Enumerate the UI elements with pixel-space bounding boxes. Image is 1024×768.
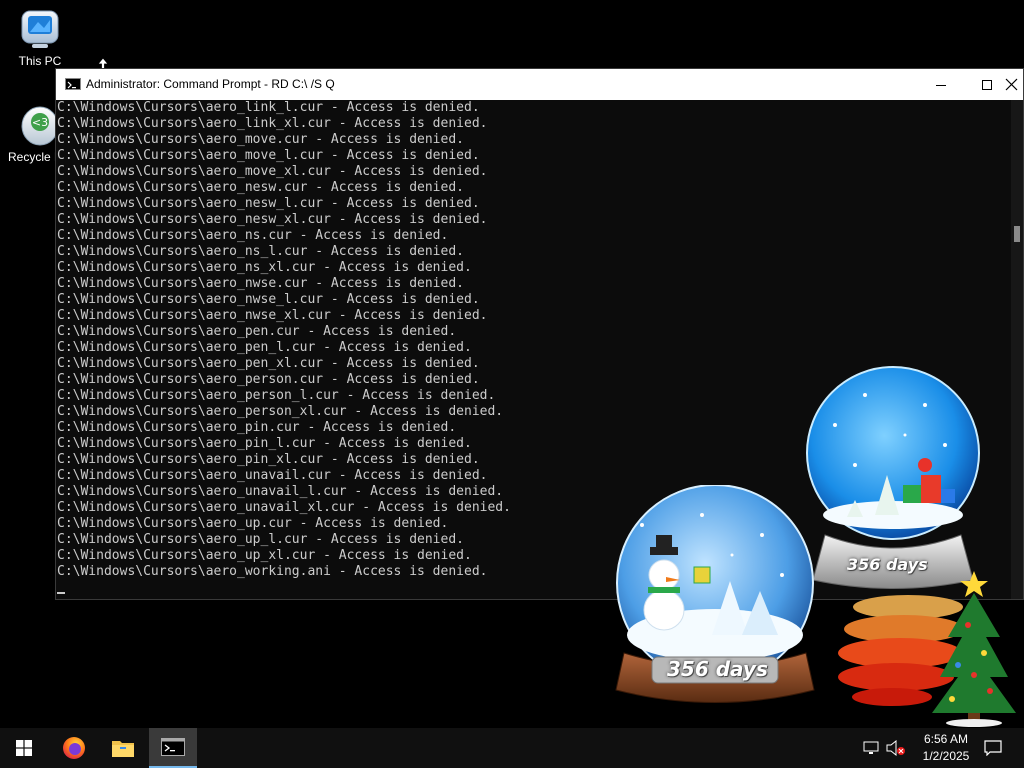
windows-start-icon <box>16 740 32 756</box>
console-line: C:\Windows\Cursors\aero_nwse.cur - Acces… <box>57 276 464 291</box>
volume-tray-button[interactable] <box>884 728 908 768</box>
notification-icon <box>984 740 1002 756</box>
window-titlebar[interactable]: Administrator: Command Prompt - RD C:\ /… <box>56 69 1023 100</box>
taskbar-clock[interactable]: 6:56 AM 1/2/2025 <box>914 731 978 765</box>
console-line: C:\Windows\Cursors\aero_nesw_xl.cur - Ac… <box>57 212 488 227</box>
taskbar-file-explorer[interactable] <box>99 728 147 768</box>
desktop-icon-this-pc[interactable]: This PC <box>0 8 80 68</box>
console-line: C:\Windows\Cursors\aero_link_xl.cur - Ac… <box>57 116 488 131</box>
console-line: C:\Windows\Cursors\aero_unavail.cur - Ac… <box>57 468 488 483</box>
command-prompt-icon <box>161 738 185 756</box>
recycle-bin-label: Recycle Bin <box>8 150 58 164</box>
this-pc-icon <box>21 10 59 48</box>
clock-date: 1/2/2025 <box>922 749 970 763</box>
console-caret <box>57 592 65 594</box>
globe-large-label: 356 days <box>847 555 928 574</box>
console-line: C:\Windows\Cursors\aero_ns_xl.cur - Acce… <box>57 260 472 275</box>
console-line: C:\Windows\Cursors\aero_nesw_l.cur - Acc… <box>57 196 480 211</box>
christmas-tree-icon <box>932 571 1016 727</box>
console-line: C:\Windows\Cursors\aero_person.cur - Acc… <box>57 372 480 387</box>
console-line: C:\Windows\Cursors\aero_unavail_xl.cur -… <box>57 500 511 515</box>
console-line: C:\Windows\Cursors\aero_pin_l.cur - Acce… <box>57 436 472 451</box>
taskbar: 6:56 AM 1/2/2025 <box>0 728 1024 768</box>
console-line: C:\Windows\Cursors\aero_pin_xl.cur - Acc… <box>57 452 480 467</box>
minimize-icon <box>936 84 946 86</box>
console-line: C:\Windows\Cursors\aero_ns.cur - Access … <box>57 228 449 243</box>
console-line: C:\Windows\Cursors\aero_move_xl.cur - Ac… <box>57 164 488 179</box>
globe-small-label: 356 days <box>667 657 768 681</box>
taskbar-firefox[interactable] <box>50 728 98 768</box>
console-line: C:\Windows\Cursors\aero_person_l.cur - A… <box>57 388 496 403</box>
start-button[interactable] <box>0 728 48 768</box>
action-center-button[interactable] <box>976 728 1010 768</box>
file-explorer-icon <box>112 741 134 757</box>
close-button[interactable] <box>988 69 1024 100</box>
snow-globe-gadget-large[interactable]: 356 days <box>795 365 990 590</box>
console-line: C:\Windows\Cursors\aero_pen_l.cur - Acce… <box>57 340 472 355</box>
console-line: C:\Windows\Cursors\aero_unavail_l.cur - … <box>57 484 504 499</box>
console-scrollbar[interactable] <box>1011 100 1023 599</box>
close-icon <box>1005 78 1017 91</box>
volume-muted-icon <box>886 740 905 756</box>
console-line: C:\Windows\Cursors\aero_ns_l.cur - Acces… <box>57 244 464 259</box>
console-line: C:\Windows\Cursors\aero_move.cur - Acces… <box>57 132 464 147</box>
christmas-tree-gadget[interactable] <box>928 565 1020 727</box>
svg-text:<3: <3 <box>32 116 48 129</box>
scrollbar-thumb[interactable] <box>1014 226 1020 242</box>
console-line: C:\Windows\Cursors\aero_move_l.cur - Acc… <box>57 148 480 163</box>
command-prompt-icon <box>65 78 81 90</box>
console-line: C:\Windows\Cursors\aero_pen_xl.cur - Acc… <box>57 356 480 371</box>
window-title: Administrator: Command Prompt - RD C:\ /… <box>86 77 335 91</box>
network-tray-button[interactable] <box>860 728 882 768</box>
console-line: C:\Windows\Cursors\aero_working.ani - Ac… <box>57 564 488 579</box>
console-line: C:\Windows\Cursors\aero_nwse_l.cur - Acc… <box>57 292 480 307</box>
console-line: C:\Windows\Cursors\aero_up.cur - Access … <box>57 516 449 531</box>
console-line: C:\Windows\Cursors\aero_up_l.cur - Acces… <box>57 532 464 547</box>
taskbar-command-prompt[interactable] <box>149 728 197 768</box>
this-pc-label: This PC <box>18 54 62 68</box>
console-line: C:\Windows\Cursors\aero_person_xl.cur - … <box>57 404 504 419</box>
snow-globe-gadget-small[interactable]: 356 days <box>612 484 822 705</box>
clock-time: 6:56 AM <box>923 732 969 746</box>
console-line: C:\Windows\Cursors\aero_pin.cur - Access… <box>57 420 457 435</box>
console-line: C:\Windows\Cursors\aero_nwse_xl.cur - Ac… <box>57 308 488 323</box>
minimize-button[interactable] <box>918 69 964 100</box>
console-line: C:\Windows\Cursors\aero_pen.cur - Access… <box>57 324 457 339</box>
firefox-icon <box>63 737 85 759</box>
network-icon <box>863 741 879 754</box>
console-line: C:\Windows\Cursors\aero_link_l.cur - Acc… <box>57 100 480 115</box>
console-line: C:\Windows\Cursors\aero_up_xl.cur - Acce… <box>57 548 472 563</box>
console-line: C:\Windows\Cursors\aero_nesw.cur - Acces… <box>57 180 464 195</box>
